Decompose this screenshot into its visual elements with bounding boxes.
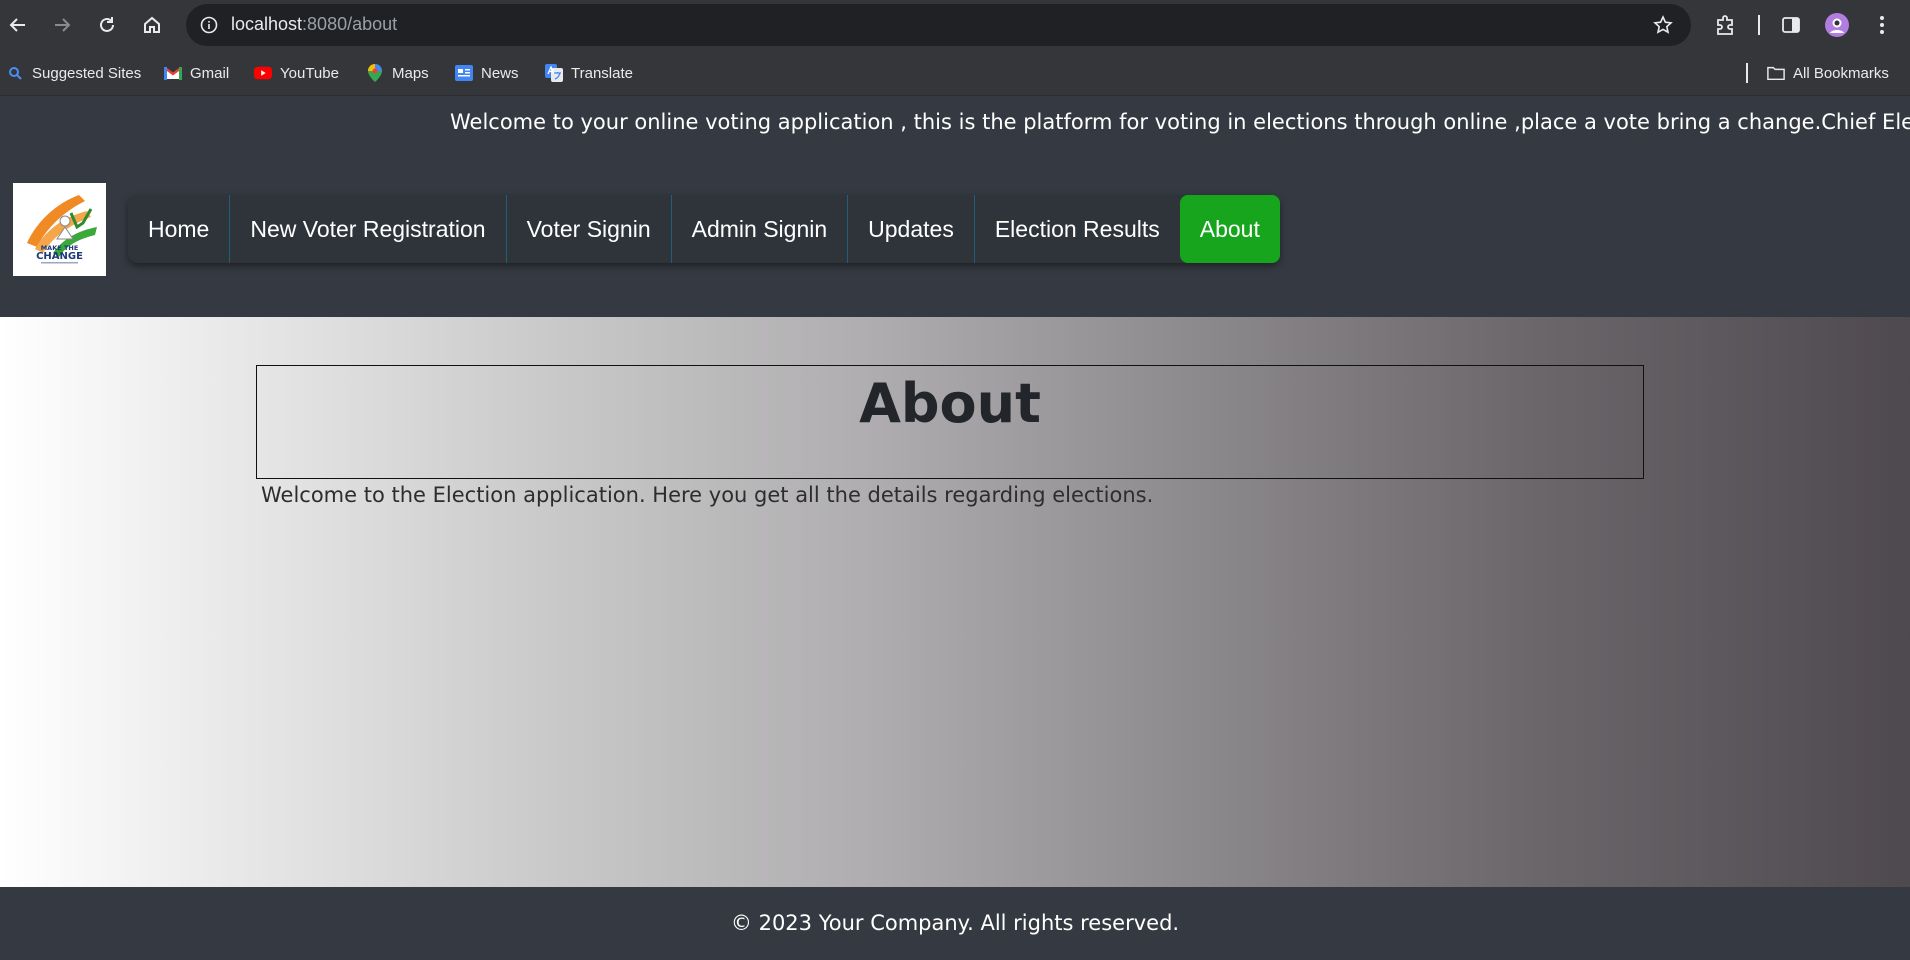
bookmark-youtube[interactable]: YouTube bbox=[254, 62, 339, 84]
toolbar-divider bbox=[1758, 15, 1760, 35]
bookmark-label: Suggested Sites bbox=[32, 64, 142, 82]
welcome-marquee: Welcome to your online voting applicatio… bbox=[450, 110, 1910, 134]
news-icon bbox=[455, 64, 473, 82]
bookmark-gmail[interactable]: Gmail bbox=[164, 62, 229, 84]
search-icon bbox=[8, 64, 22, 82]
maps-icon bbox=[366, 64, 384, 82]
youtube-icon bbox=[254, 64, 272, 82]
bookmark-label: Gmail bbox=[190, 64, 230, 82]
page-title: About bbox=[859, 372, 1041, 435]
about-heading-box: About bbox=[256, 365, 1644, 479]
bookmark-maps[interactable]: Maps bbox=[366, 62, 429, 84]
url-host: localhost bbox=[231, 14, 303, 34]
about-description: Welcome to the Election application. Her… bbox=[261, 483, 1154, 507]
reload-icon[interactable] bbox=[91, 9, 123, 41]
nav-admin-signin[interactable]: Admin Signin bbox=[672, 195, 849, 263]
site-header: Welcome to your online voting applicatio… bbox=[0, 97, 1910, 317]
bookmark-label: Maps bbox=[392, 64, 429, 82]
bookmark-translate[interactable]: Translate bbox=[545, 62, 633, 84]
bookmark-label: Translate bbox=[571, 64, 633, 82]
bookmark-label: YouTube bbox=[280, 64, 339, 82]
nav-home[interactable]: Home bbox=[128, 195, 231, 263]
site-logo[interactable]: MAKE THE CHANGE bbox=[13, 183, 106, 276]
url-path: :8080/about bbox=[302, 14, 398, 34]
translate-icon bbox=[545, 64, 563, 82]
marquee-container: Welcome to your online voting applicatio… bbox=[0, 110, 1910, 140]
extensions-icon[interactable] bbox=[1709, 9, 1741, 41]
address-bar[interactable]: localhost:8080/about bbox=[186, 4, 1691, 46]
profile-avatar[interactable] bbox=[1821, 9, 1853, 41]
bookmarks-divider bbox=[1746, 63, 1748, 83]
gmail-icon bbox=[164, 64, 182, 82]
nav-new-voter-registration[interactable]: New Voter Registration bbox=[230, 195, 507, 263]
bookmark-news[interactable]: News bbox=[455, 62, 519, 84]
bookmark-star-icon[interactable] bbox=[1651, 13, 1675, 37]
forward-icon[interactable] bbox=[46, 9, 78, 41]
all-bookmarks-label: All Bookmarks bbox=[1793, 64, 1889, 82]
site-footer: © 2023 Your Company. All rights reserved… bbox=[0, 887, 1910, 960]
main-content: About Welcome to the Election applicatio… bbox=[0, 317, 1910, 887]
logo-text-line2: CHANGE bbox=[36, 251, 83, 262]
nav-updates[interactable]: Updates bbox=[848, 195, 975, 263]
all-bookmarks-button[interactable]: All Bookmarks bbox=[1767, 62, 1889, 84]
home-icon[interactable] bbox=[136, 9, 168, 41]
menu-kebab-icon[interactable] bbox=[1866, 9, 1898, 41]
nav-about[interactable]: About bbox=[1179, 195, 1280, 263]
bookmarks-bar: Suggested Sites Gmail YouTube Maps News … bbox=[0, 50, 1910, 96]
bookmark-label: News bbox=[481, 64, 519, 82]
side-panel-icon[interactable] bbox=[1775, 9, 1807, 41]
nav-voter-signin[interactable]: Voter Signin bbox=[507, 195, 672, 263]
back-icon[interactable] bbox=[2, 9, 34, 41]
bookmark-suggested-sites[interactable]: Suggested Sites bbox=[8, 62, 141, 84]
copyright-text: © 2023 Your Company. All rights reserved… bbox=[730, 911, 1180, 935]
main-nav: Home New Voter Registration Voter Signin… bbox=[128, 195, 1280, 263]
folder-icon bbox=[1767, 64, 1785, 82]
nav-election-results[interactable]: Election Results bbox=[975, 195, 1180, 263]
url-text: localhost:8080/about bbox=[231, 14, 397, 35]
browser-toolbar: localhost:8080/about bbox=[0, 0, 1910, 50]
site-info-icon[interactable] bbox=[198, 14, 220, 36]
